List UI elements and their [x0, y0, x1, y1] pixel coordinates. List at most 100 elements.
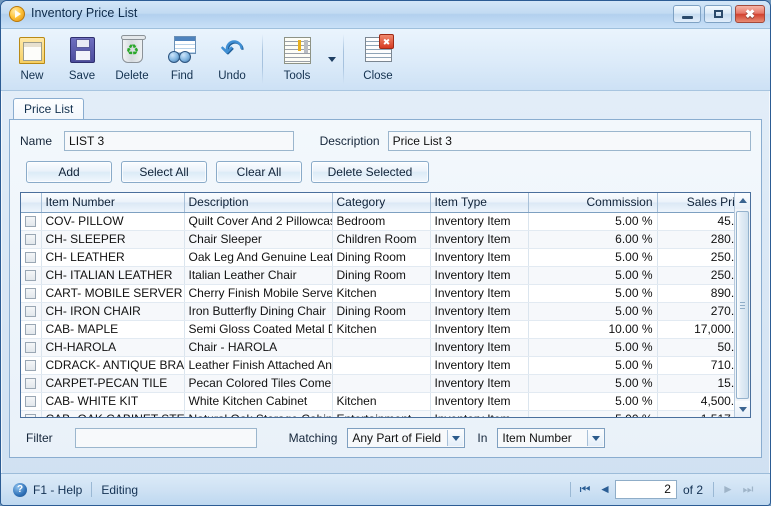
table-row[interactable]: CAB- MAPLESemi Gloss Coated Metal DrawKi… [21, 320, 750, 339]
table-row[interactable]: CH- ITALIAN LEATHER Italian Leather Chair… [21, 266, 750, 285]
row-checkbox-cell[interactable] [21, 338, 42, 357]
matching-combo[interactable]: Any Part of Field [347, 428, 466, 448]
cell-category: Children Room [332, 230, 431, 249]
minimize-button[interactable] [673, 5, 701, 23]
table-row[interactable]: CAB- OAK CABINET STENatural Oak Storage … [21, 410, 750, 417]
cell-item-type: Inventory Item [430, 392, 529, 411]
window-body: Price List Name LIST 3 Description Price… [1, 91, 770, 465]
clear-all-button[interactable]: Clear All [216, 161, 302, 183]
select-all-button[interactable]: Select All [121, 161, 207, 183]
chevron-down-icon[interactable] [447, 430, 464, 446]
row-checkbox[interactable] [25, 288, 37, 300]
column-header-checkbox[interactable] [21, 193, 42, 213]
column-header-commission[interactable]: Commission [528, 193, 658, 213]
row-checkbox[interactable] [25, 216, 37, 228]
row-checkbox-cell[interactable] [21, 392, 42, 411]
price-list-panel: Name LIST 3 Description Price List 3 Add… [9, 120, 762, 458]
column-header-category[interactable]: Category [332, 193, 431, 213]
scrollbar-thumb[interactable] [736, 211, 749, 399]
row-checkbox-cell[interactable] [21, 410, 42, 417]
cell-description: Chair Sleeper [184, 230, 333, 249]
name-description-row: Name LIST 3 Description Price List 3 [20, 130, 751, 152]
row-checkbox[interactable] [25, 234, 37, 246]
close-window-button[interactable]: ✖ [735, 5, 765, 23]
row-checkbox[interactable] [25, 306, 37, 318]
last-record-button[interactable]: ⏭ [738, 481, 758, 499]
cell-commission: 5.00 % [528, 284, 658, 303]
toolbar-button-close[interactable]: Close [349, 32, 407, 82]
table-row[interactable]: CH-HAROLA Chair - HAROLA Inventory Item 5.0… [21, 338, 750, 357]
row-checkbox-cell[interactable] [21, 212, 42, 231]
cell-item-number: CH- SLEEPER [41, 230, 185, 249]
row-checkbox[interactable] [25, 342, 37, 354]
row-checkbox[interactable] [25, 270, 37, 282]
row-checkbox-cell[interactable] [21, 266, 42, 285]
table-row[interactable]: CARPET-PECAN TILE Pecan Colored Tiles Com… [21, 374, 750, 393]
maximize-button[interactable] [704, 5, 732, 23]
toolbar-button-undo[interactable]: ↶ Undo [207, 32, 257, 83]
table-row[interactable]: CH- LEATHEROak Leg And Genuine LeatherDi… [21, 248, 750, 267]
row-checkbox[interactable] [25, 252, 37, 264]
cell-description: Oak Leg And Genuine Leather [184, 248, 333, 267]
row-checkbox-cell[interactable] [21, 374, 42, 393]
toolbar-button-save[interactable]: Save [57, 32, 107, 82]
matching-label: Matching [288, 431, 338, 445]
nav-divider [713, 482, 714, 497]
scroll-up-arrow-icon[interactable] [735, 193, 750, 209]
description-input[interactable]: Price List 3 [387, 131, 751, 151]
floppy-disk-icon [65, 34, 99, 68]
scroll-down-arrow-icon[interactable] [735, 401, 750, 417]
nav-divider [569, 482, 571, 497]
help-icon[interactable]: ? [13, 482, 27, 497]
table-row[interactable]: CART- MOBILE SERVER Cherry Finish Mobile … [21, 284, 750, 303]
tools-dropdown-arrow-icon[interactable] [326, 32, 338, 82]
cell-category: Dining Room [332, 248, 431, 267]
row-checkbox[interactable] [25, 414, 37, 417]
page-number-input[interactable]: 2 [614, 480, 677, 499]
add-button[interactable]: Add [26, 161, 112, 183]
toolbar-button-find[interactable]: Find [157, 32, 207, 82]
filter-label: Filter [26, 431, 53, 445]
row-checkbox-cell[interactable] [21, 320, 42, 339]
toolbar-button-new[interactable]: New [7, 32, 57, 82]
first-record-button[interactable]: ⏮ [575, 481, 595, 499]
toolbar-button-tools[interactable]: Tools [268, 32, 326, 82]
previous-record-button[interactable]: ◄ [595, 481, 615, 499]
column-header-description[interactable]: Description [184, 193, 333, 213]
status-divider [91, 482, 93, 497]
cell-category: Entertainment [332, 410, 431, 417]
row-checkbox-cell[interactable] [21, 284, 42, 303]
grid-vertical-scrollbar[interactable] [734, 193, 750, 417]
column-header-item-number[interactable]: Item Number [41, 193, 185, 213]
row-checkbox[interactable] [25, 360, 37, 372]
toolbar-label-new: New [20, 70, 44, 82]
table-row[interactable]: CAB- WHITE KIT White Kitchen Cabinet Kitch… [21, 392, 750, 411]
toolbar-label-save: Save [68, 70, 96, 82]
table-row[interactable]: CDRACK- ANTIQUE BRA Leather Finish Attach… [21, 356, 750, 375]
filter-input[interactable] [74, 428, 257, 448]
row-checkbox-cell[interactable] [21, 302, 42, 321]
column-header-item-type[interactable]: Item Type [430, 193, 529, 213]
tab-price-list[interactable]: Price List [13, 98, 85, 119]
next-record-button[interactable]: ► [718, 481, 738, 499]
cell-item-number: COV- PILLOW [41, 212, 185, 231]
row-checkbox-cell[interactable] [21, 248, 42, 267]
name-input[interactable]: LIST 3 [64, 131, 294, 151]
cell-item-type: Inventory Item [430, 374, 529, 393]
toolbar-button-delete[interactable]: Delete [107, 32, 157, 82]
delete-selected-button[interactable]: Delete Selected [311, 161, 429, 183]
row-checkbox-cell[interactable] [21, 230, 42, 249]
table-row[interactable]: CH- SLEEPER Chair Sleeper Children Room Inv… [21, 230, 750, 249]
row-checkbox[interactable] [25, 396, 37, 408]
filter-row: Filter Matching Any Part of Field In Ite… [20, 428, 751, 448]
in-combo[interactable]: Item Number [497, 428, 606, 448]
help-text[interactable]: F1 - Help [33, 483, 82, 497]
table-row[interactable]: CH- IRON CHAIR Iron Butterfly Dining Chai… [21, 302, 750, 321]
table-row[interactable]: COV- PILLOWQuilt Cover And 2 Pillowcases… [21, 212, 750, 231]
cell-category [332, 356, 431, 375]
row-checkbox-cell[interactable] [21, 356, 42, 375]
row-checkbox[interactable] [25, 378, 37, 390]
toolbar-label-delete: Delete [115, 70, 149, 82]
chevron-down-icon[interactable] [587, 430, 604, 446]
row-checkbox[interactable] [25, 324, 37, 336]
